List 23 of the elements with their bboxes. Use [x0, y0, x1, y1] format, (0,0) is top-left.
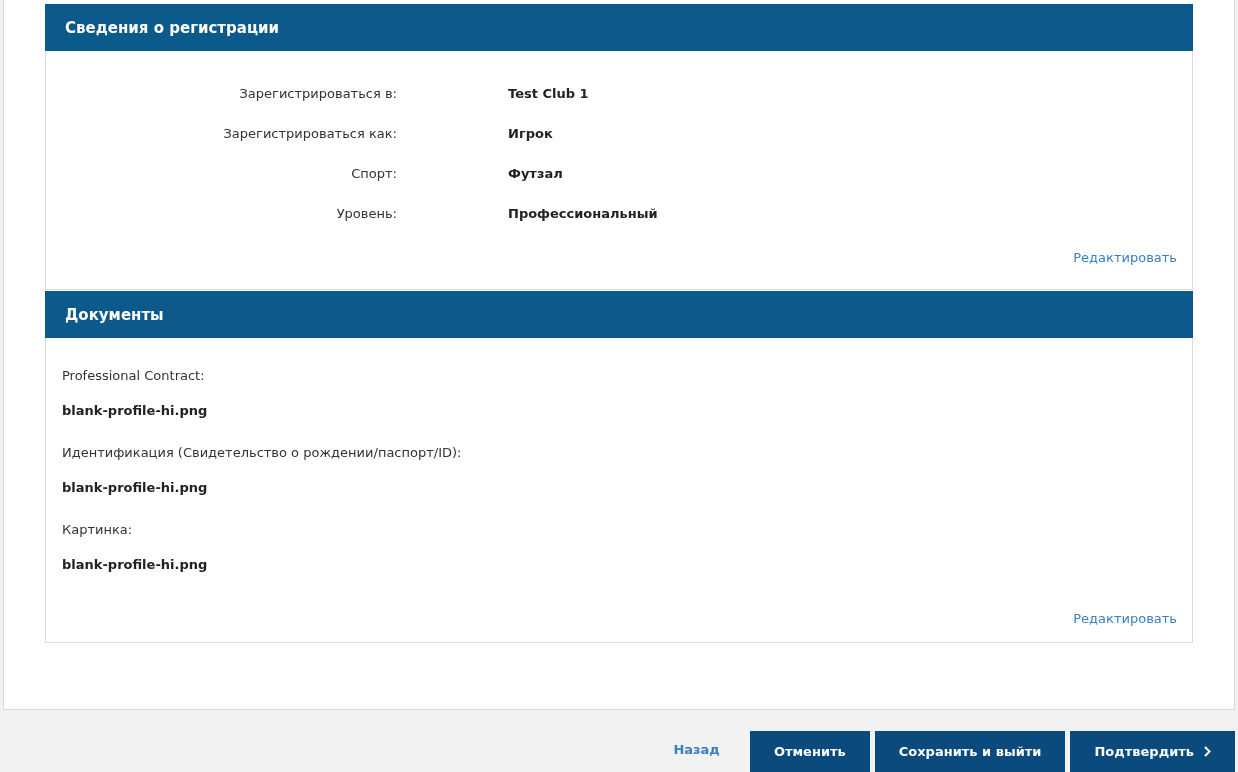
- back-link[interactable]: Назад: [673, 741, 720, 757]
- file-name: blank-profile-hi.png: [62, 556, 208, 574]
- action-button[interactable]: Отменить: [749, 731, 870, 772]
- section-header: Документы: [45, 291, 1193, 338]
- field-value: Профессиональный: [508, 205, 659, 223]
- edit-link[interactable]: Редактировать: [1073, 609, 1177, 628]
- file-name: blank-profile-hi.png: [62, 402, 208, 420]
- chevron-right-icon: [1204, 746, 1211, 757]
- field-label: Уровень:: [335, 205, 397, 223]
- edit-link[interactable]: Редактировать: [1073, 248, 1177, 267]
- field-value: Test Club 1: [508, 85, 590, 103]
- section-header: Сведения о регистрации: [45, 4, 1193, 51]
- document-label: Картинка:: [62, 521, 133, 539]
- field-value: Игрок: [508, 125, 554, 143]
- field-label: Спорт:: [350, 165, 397, 183]
- field-value: Футзал: [508, 165, 564, 183]
- field-label: Зарегистрироваться как:: [222, 125, 397, 143]
- action-button[interactable]: Сохранить и выйти: [874, 731, 1066, 772]
- field-label: Зарегистрироваться в:: [238, 85, 397, 103]
- file-name: blank-profile-hi.png: [62, 479, 208, 497]
- confirm-button[interactable]: Подтвердить: [1070, 731, 1235, 772]
- document-label: Professional Contract:: [62, 367, 205, 385]
- document-label: Идентификация (Свидетельство о рождении/паспорт/ID):: [62, 444, 462, 462]
